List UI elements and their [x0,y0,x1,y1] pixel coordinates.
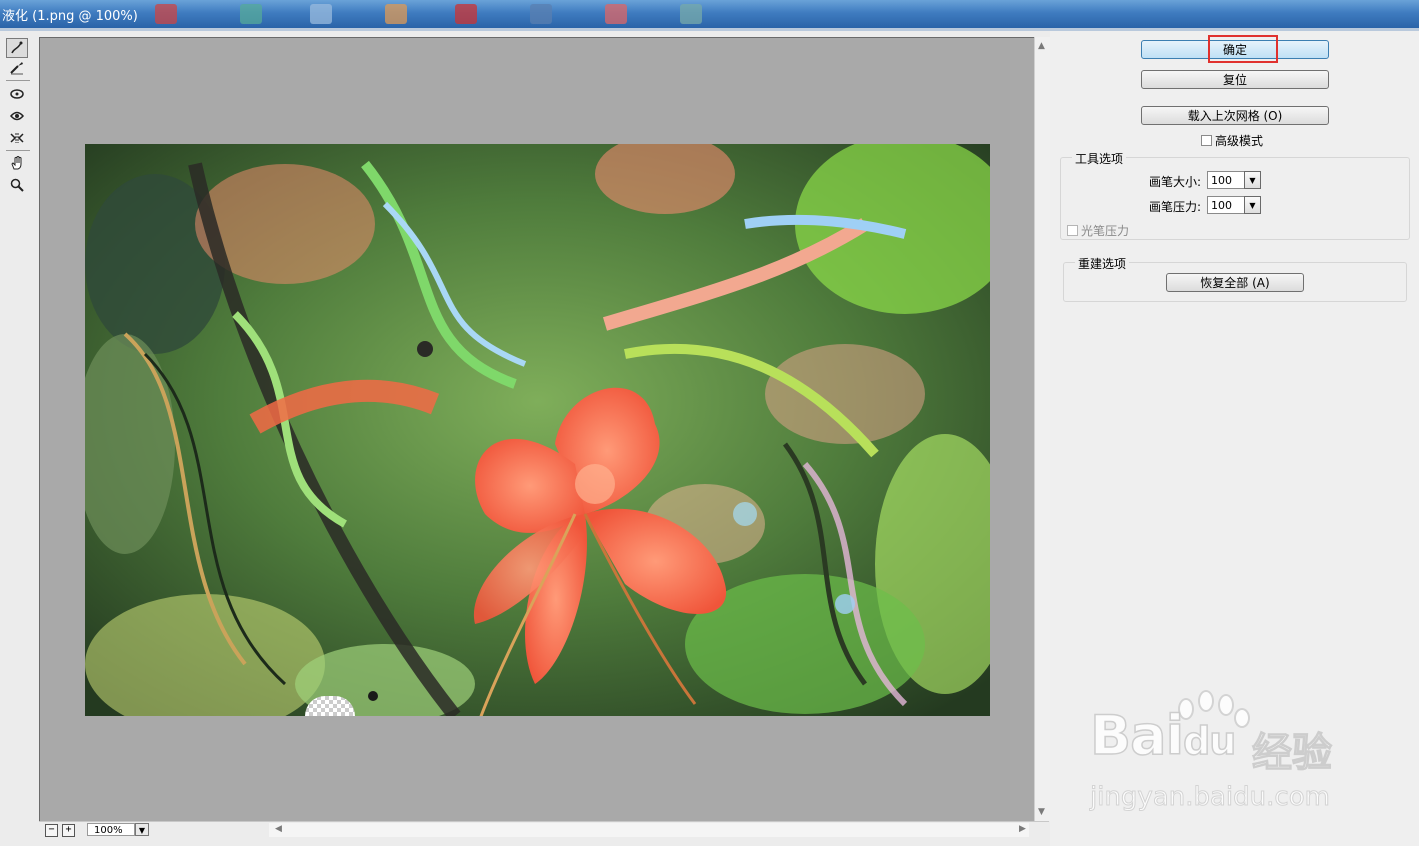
tool-strip [4,36,32,206]
brush-size-label: 画笔大小: [1149,175,1202,189]
brush-pressure-dropdown-button[interactable]: ▼ [1244,196,1261,214]
watermark-url: jingyan.baidu.com [1090,782,1331,813]
window-title-bar: 液化 (1.png @ 100%) [0,0,1419,28]
taskbar-ghost-icon [155,4,177,24]
paw-logo-icon [1234,708,1250,728]
brush-size-input[interactable]: 100 [1207,171,1245,189]
taskbar-ghost-icon [455,4,477,24]
brush-size-dropdown-button[interactable]: ▼ [1244,171,1261,189]
liquified-image[interactable] [85,144,990,716]
chevron-down-icon: ▼ [138,826,146,835]
advanced-mode-checkbox[interactable] [1201,135,1212,146]
scroll-left-arrow-icon[interactable]: ◀ [275,824,282,834]
preview-canvas[interactable] [39,37,1035,822]
highlight-box [1208,35,1278,63]
reconstruct-options-title: 重建选项 [1075,255,1130,272]
taskbar-ghost-icon [530,4,552,24]
zoom-in-button[interactable]: + [62,824,75,837]
restore-all-button[interactable]: 恢复全部 (A) [1166,273,1304,292]
window-title: 液化 (1.png @ 100%) [2,9,138,24]
stylus-pressure-label: 光笔压力 [1081,224,1130,238]
chevron-down-icon: ▼ [1249,201,1256,210]
tool-separator [6,150,30,151]
chevron-down-icon: ▼ [1249,176,1256,185]
taskbar-ghost-icon [240,4,262,24]
stylus-pressure-checkbox-row: 光笔压力 [1067,222,1129,239]
zoom-out-button[interactable]: − [45,824,58,837]
flower-image-graphic [85,144,990,716]
forward-warp-tool-icon[interactable] [6,38,28,58]
brush-pressure-input[interactable]: 100 [1207,196,1245,214]
taskbar-ghost-icon [310,4,332,24]
watermark-bai: Bai [1089,703,1185,768]
scroll-right-arrow-icon[interactable]: ▶ [1019,824,1026,834]
taskbar-ghost-icon [680,4,702,24]
zoom-tool-icon[interactable] [6,175,28,195]
scroll-up-arrow-icon[interactable]: ▲ [1038,41,1045,51]
watermark-logo-text: Baidu [1089,703,1237,768]
taskbar-ghost-icon [605,4,627,24]
hand-tool-icon[interactable] [6,153,28,173]
pucker-tool-icon[interactable] [6,84,28,104]
reconstruct-tool-icon[interactable] [6,58,28,78]
tool-options-title: 工具选项 [1072,150,1127,167]
zoom-level-field[interactable]: 100% [87,823,135,836]
horizontal-scrollbar[interactable]: ◀ ▶ [269,823,1029,837]
tool-separator [6,80,30,81]
advanced-mode-label: 高级模式 [1215,134,1264,148]
zoom-dropdown-button[interactable]: ▼ [135,823,149,836]
taskbar-ghost-icon [385,4,407,24]
status-bar: − + 100% ▼ ◀ ▶ [39,821,1049,839]
vertical-scrollbar[interactable]: ▲ ▼ [1034,37,1050,821]
advanced-mode-checkbox-row[interactable]: 高级模式 [1201,132,1263,149]
brush-pressure-label: 画笔压力: [1149,200,1202,214]
scroll-down-arrow-icon[interactable]: ▼ [1038,807,1045,817]
push-left-tool-icon[interactable] [6,128,28,148]
reset-button[interactable]: 复位 [1141,70,1329,89]
watermark-du: du [1182,718,1237,764]
load-last-mesh-button[interactable]: 载入上次网格 (O) [1141,106,1329,125]
stylus-pressure-checkbox [1067,225,1078,236]
watermark-chinese: 经验 [1251,729,1332,776]
baidu-jingyan-watermark: Baidu 经验 jingyan.baidu.com [1089,690,1350,820]
bloat-tool-icon[interactable] [6,106,28,126]
